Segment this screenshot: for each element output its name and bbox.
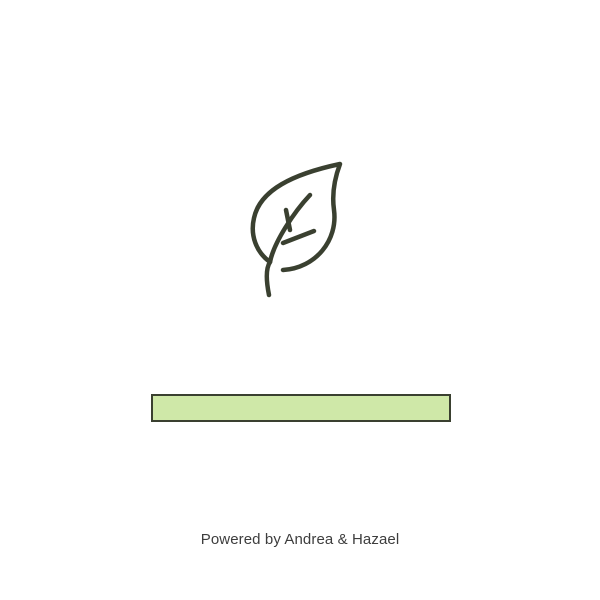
loading-progress-fill bbox=[153, 396, 449, 420]
powered-by-text: Powered by Andrea & Hazael bbox=[200, 531, 400, 548]
loading-progress-bar bbox=[151, 394, 451, 422]
loading-screen: Powered by Andrea & Hazael bbox=[0, 0, 600, 600]
leaf-icon bbox=[248, 160, 344, 300]
